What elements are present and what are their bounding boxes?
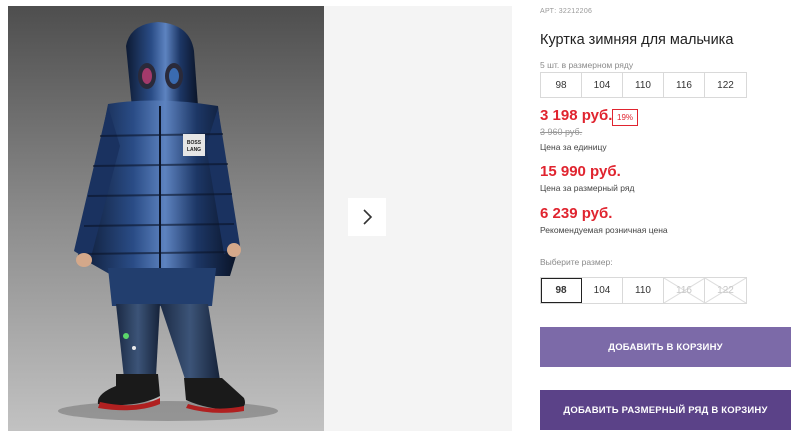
retail-price: 6 239 руб.: [540, 205, 613, 222]
discount-badge: 19%: [612, 109, 639, 126]
size-row-price-label: Цена за размерный ряд: [540, 183, 635, 193]
size-option-label: 122: [717, 285, 734, 296]
size-option-122: 122: [705, 278, 746, 303]
article-number: АРТ: 32212206: [540, 8, 593, 15]
pack-size-122: 122: [717, 79, 734, 91]
gallery-next-button[interactable]: [348, 198, 386, 236]
add-size-row-to-cart-button[interactable]: ДОБАВИТЬ РАЗМЕРНЫЙ РЯД В КОРЗИНУ: [540, 390, 791, 430]
pack-size-98: 98: [541, 73, 582, 97]
product-gallery: BOSS LANG: [0, 0, 512, 431]
unit-price-label: Цена за единицу: [540, 142, 607, 152]
pack-size-104: 104: [582, 73, 623, 97]
retail-price-label: Рекомендуемая розничная цена: [540, 225, 668, 235]
product-photo-illustration: BOSS LANG: [8, 6, 324, 431]
size-option-116: 116: [664, 278, 705, 303]
size-option-104[interactable]: 104: [582, 278, 623, 303]
old-price: 3 960 руб.: [540, 127, 583, 137]
pack-sizes-row: 98 104 110 116 122: [540, 72, 747, 98]
size-option-110[interactable]: 110: [623, 278, 664, 303]
size-row-price: 15 990 руб.: [540, 163, 621, 180]
pack-sizes-label: 5 шт. в размерном ряду: [540, 60, 634, 70]
size-option-label: 116: [676, 285, 692, 296]
choose-size-label: Выберите размер:: [540, 257, 613, 267]
product-title: Куртка зимняя для мальчика: [540, 32, 734, 48]
chevron-right-icon: [363, 209, 373, 225]
svg-text:LANG: LANG: [187, 147, 201, 153]
svg-text:BOSS: BOSS: [187, 140, 202, 146]
product-photo[interactable]: BOSS LANG: [8, 6, 324, 431]
unit-price: 3 198 руб.: [540, 107, 613, 124]
size-option-98[interactable]: 98: [541, 278, 582, 303]
pack-size-116: 116: [664, 73, 705, 97]
pack-size-110: 110: [623, 73, 664, 97]
size-selector: 98 104 110 116 122: [540, 277, 747, 304]
add-to-cart-button[interactable]: ДОБАВИТЬ В КОРЗИНУ: [540, 327, 791, 367]
